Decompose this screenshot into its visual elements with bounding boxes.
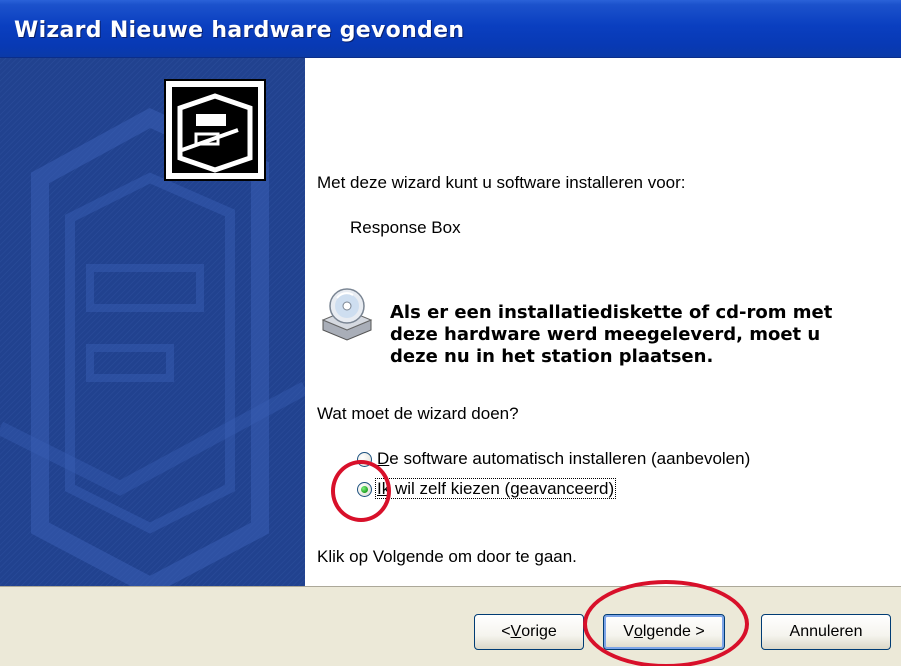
hardware-card-icon xyxy=(164,79,266,181)
button-bar: < Vorige Vo lgende > Annuleren xyxy=(0,586,901,666)
next-mnemonic: o xyxy=(633,623,643,640)
wizard-banner xyxy=(0,58,305,586)
disk-notice-line: deze nu in het station plaatsen. xyxy=(390,346,714,367)
window-title: Wizard Nieuwe hardware gevonden xyxy=(14,18,465,43)
device-name: Response Box xyxy=(350,218,461,237)
radio-manual-choose[interactable] xyxy=(357,482,372,497)
focus-rectangle: Ik wil zelf kiezen (geavanceerd) xyxy=(375,478,617,499)
wizard-window: Wizard Nieuwe hardware gevonden Met deze… xyxy=(0,0,901,666)
disk-notice-line: deze hardware werd meegeleverd, moet u xyxy=(390,324,821,345)
next-label-pre: V xyxy=(623,623,634,640)
option-text: e software automatisch installeren (aanb… xyxy=(389,449,751,468)
next-button[interactable]: Vo lgende > xyxy=(603,614,725,650)
back-label-post: orige xyxy=(521,623,557,640)
cancel-button[interactable]: Annuleren xyxy=(761,614,891,650)
back-label-pre: < xyxy=(501,623,511,640)
title-bar[interactable]: Wizard Nieuwe hardware gevonden xyxy=(0,0,901,58)
mnemonic: D xyxy=(377,449,390,468)
disk-notice-line: Als er een installatiediskette of cd-rom… xyxy=(390,302,833,323)
question-text: Wat moet de wizard doen? xyxy=(317,404,519,423)
intro-text: Met deze wizard kunt u software installe… xyxy=(317,173,686,192)
radio-selected-dot xyxy=(361,486,368,493)
mnemonic: Ik xyxy=(377,479,391,498)
disk-notice: Als er een installatiediskette of cd-rom… xyxy=(390,302,832,368)
wizard-content: Met deze wizard kunt u software installe… xyxy=(305,58,901,586)
instruction-text: Klik op Volgende om door te gaan. xyxy=(317,547,577,566)
back-button[interactable]: < Vorige xyxy=(474,614,584,650)
radio-auto-install[interactable] xyxy=(357,452,372,467)
radio-manual-choose-label[interactable]: Ik wil zelf kiezen (geavanceerd) xyxy=(375,478,617,499)
option-text: wil zelf kiezen (geavanceerd) xyxy=(390,479,615,498)
cd-drive-icon xyxy=(321,288,373,341)
banner-artwork xyxy=(0,58,305,586)
back-mnemonic: V xyxy=(510,623,522,640)
next-label-post: lgende > xyxy=(642,623,705,640)
radio-auto-install-label[interactable]: De software automatisch installeren (aan… xyxy=(377,449,750,469)
